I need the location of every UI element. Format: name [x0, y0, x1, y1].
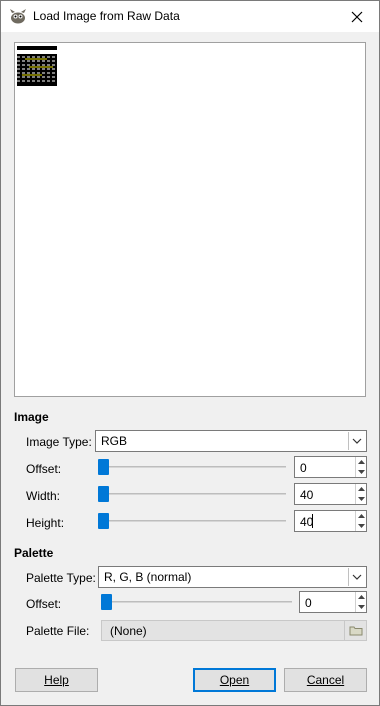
palette-offset-label: Offset: [26, 597, 62, 611]
spin-up-icon[interactable] [356, 592, 366, 602]
offset-spinbox[interactable]: 0 [294, 456, 367, 478]
offset-slider-track[interactable] [98, 466, 286, 468]
open-button[interactable]: Open [193, 668, 276, 692]
palette-offset-value: 0 [305, 596, 312, 610]
offset-label: Offset: [26, 462, 62, 476]
spin-down-icon[interactable] [356, 494, 366, 504]
width-slider-track[interactable] [98, 493, 286, 495]
palette-offset-spinbox[interactable]: 0 [299, 591, 367, 613]
spin-up-icon[interactable] [356, 511, 366, 521]
preview-thumbnail [17, 46, 57, 86]
palette-file-chooser[interactable]: (None) [101, 620, 367, 641]
palette-offset-slider-track[interactable] [101, 601, 292, 603]
palette-file-value: (None) [110, 624, 147, 638]
image-section-heading: Image [14, 410, 49, 424]
palette-offset-slider-thumb[interactable] [101, 594, 112, 610]
cancel-button[interactable]: Cancel [284, 668, 367, 692]
width-value: 40 [300, 488, 314, 502]
width-spinbox[interactable]: 40 [294, 483, 367, 505]
palette-section-heading: Palette [14, 546, 54, 560]
title-bar[interactable]: Load Image from Raw Data [1, 1, 379, 32]
gimp-app-icon [10, 9, 26, 24]
offset-slider-thumb[interactable] [98, 459, 109, 475]
image-type-combo[interactable]: RGB [95, 430, 367, 452]
image-type-label: Image Type: [26, 435, 92, 449]
spin-down-icon[interactable] [356, 602, 366, 612]
offset-value: 0 [300, 461, 307, 475]
chevron-down-icon[interactable] [348, 568, 365, 586]
text-caret [312, 514, 313, 528]
spin-down-icon[interactable] [356, 521, 366, 531]
height-slider-thumb[interactable] [98, 513, 109, 529]
palette-type-label: Palette Type: [26, 571, 96, 585]
image-type-value: RGB [101, 434, 128, 448]
spin-up-icon[interactable] [356, 484, 366, 494]
folder-icon[interactable] [344, 621, 366, 640]
palette-type-value: R, G, B (normal) [104, 570, 192, 584]
spin-up-icon[interactable] [356, 457, 366, 467]
height-label: Height: [26, 516, 65, 530]
help-button[interactable]: Help [15, 668, 98, 692]
height-spinbox[interactable]: 40 [294, 510, 367, 532]
window-title: Load Image from Raw Data [33, 9, 180, 23]
height-slider-track[interactable] [98, 520, 286, 522]
width-label: Width: [26, 489, 61, 503]
width-slider-thumb[interactable] [98, 486, 109, 502]
palette-file-label: Palette File: [26, 624, 90, 638]
spin-down-icon[interactable] [356, 467, 366, 477]
chevron-down-icon[interactable] [348, 432, 365, 450]
palette-type-combo[interactable]: R, G, B (normal) [98, 566, 367, 588]
close-button[interactable] [335, 1, 379, 32]
image-preview [14, 42, 366, 397]
dialog-window: Load Image from Raw Data Image Image Typ… [0, 0, 380, 706]
close-icon [351, 11, 363, 22]
